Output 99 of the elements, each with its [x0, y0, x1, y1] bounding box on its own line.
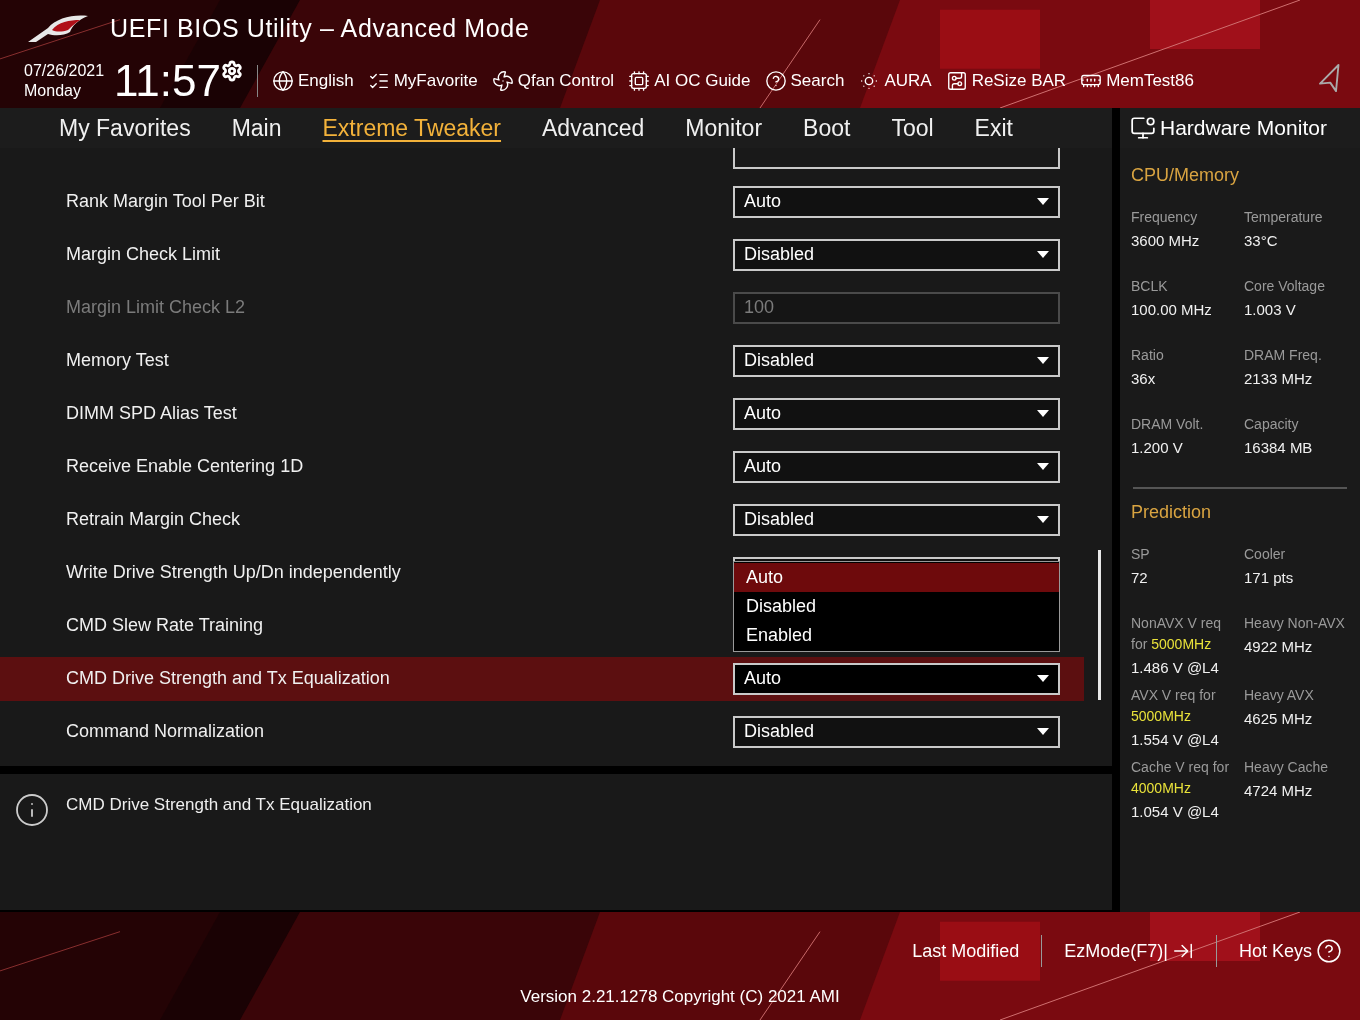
setting-label: DIMM SPD Alias Test [66, 402, 237, 425]
monitor-value: 2133 MHz [1244, 369, 1314, 389]
caret-icon [1037, 728, 1049, 735]
monitor-label: DRAM Volt. [1131, 415, 1205, 434]
globe-icon [271, 70, 294, 92]
circuit-board-icon [945, 70, 968, 92]
caret-icon [1037, 198, 1049, 205]
dropdown-select[interactable]: Disabled [733, 715, 1060, 748]
footer-button[interactable]: Last Modified [912, 937, 1020, 965]
tab[interactable]: Main [231, 114, 282, 142]
dropdown-select[interactable]: Disabled [733, 238, 1060, 271]
monitor-label: Ratio [1131, 346, 1165, 365]
setting-label: Memory Test [66, 349, 169, 372]
monitor-value: 100.00 MHz [1131, 300, 1213, 320]
monitor-label: BCLK [1131, 277, 1169, 296]
monitor-label: Heavy Non-AVX [1244, 614, 1346, 633]
setting-label: Command Normalization [66, 720, 265, 743]
monitor-value: 1.554 V @L4 [1131, 730, 1220, 750]
setting-label: Margin Check Limit [66, 243, 221, 266]
monitor-label: NonAVX V req for 5000MHz [1131, 614, 1222, 654]
window-title: UEFI BIOS Utility – Advanced Mode [110, 13, 530, 45]
dropdown-select[interactable]: Disabled [733, 503, 1060, 536]
monitor-label: Heavy Cache [1244, 758, 1330, 777]
monitor-label: AVX V req for 5000MHz [1131, 686, 1217, 726]
toolbar-button[interactable]: ReSize BAR [945, 68, 1067, 94]
setting-label: Receive Enable Centering 1D [66, 455, 304, 478]
monitor-label: Capacity [1244, 415, 1300, 434]
tab[interactable]: My Favorites [59, 114, 191, 142]
scrollbar-thumb[interactable] [1098, 550, 1101, 700]
footer-button[interactable]: EzMode(F7)| [1064, 937, 1194, 965]
setting-label: CMD Drive Strength and Tx Equalization [66, 667, 390, 690]
info-icon [14, 792, 50, 828]
dropdown-select[interactable]: Auto [733, 450, 1060, 483]
monitor-value: 171 pts [1244, 568, 1295, 588]
section-title: CPU/Memory [1131, 164, 1240, 187]
monitor-value: 16384 MB [1244, 438, 1314, 458]
monitor-label: Heavy AVX [1244, 686, 1315, 705]
panel-title: Hardware Monitor [1160, 115, 1327, 142]
monitor-value: 1.003 V [1244, 300, 1297, 320]
caret-icon [1037, 516, 1049, 523]
chip-icon [628, 70, 651, 92]
monitor-value: 3600 MHz [1131, 231, 1201, 251]
toolbar-button[interactable]: AURA [858, 68, 932, 94]
monitor-value: 36x [1131, 369, 1157, 389]
toolbar-button[interactable]: English [271, 68, 354, 94]
clock-time: 11:57 [114, 59, 221, 103]
caret-icon [1037, 410, 1049, 417]
monitor-value: 33°C [1244, 231, 1279, 251]
help-text: CMD Drive Strength and Tx Equalization [66, 794, 372, 816]
monitor-value: 4724 MHz [1244, 781, 1314, 801]
toolbar-button[interactable]: AI OC Guide [628, 68, 751, 94]
dropdown-select[interactable]: Disabled [733, 344, 1060, 377]
monitor-icon [1130, 115, 1156, 141]
toolbar-button[interactable]: Search [764, 68, 845, 94]
toolbar-button[interactable]: Qfan Control [491, 68, 615, 94]
caret-icon [1037, 675, 1049, 682]
search-icon [764, 70, 787, 92]
dropdown-select[interactable] [733, 148, 1060, 169]
tab[interactable]: Boot [803, 114, 851, 142]
tab[interactable]: Extreme Tweaker [322, 114, 502, 142]
dropdown-select[interactable]: Auto [733, 662, 1060, 695]
monitor-value: 72 [1131, 568, 1149, 588]
tab[interactable]: Exit [974, 114, 1013, 142]
day-text: Monday [24, 81, 82, 101]
monitor-value: 4625 MHz [1244, 709, 1314, 729]
setting-label: Rank Margin Tool Per Bit [66, 190, 265, 213]
monitor-label: Cooler [1244, 545, 1287, 564]
monitor-label: Cache V req for 4000MHz [1131, 758, 1231, 798]
monitor-value: 4922 MHz [1244, 637, 1314, 657]
help-icon [1316, 938, 1342, 964]
fan-icon [491, 70, 514, 92]
tab[interactable]: Monitor [685, 114, 763, 142]
setting-label: Retrain Margin Check [66, 508, 241, 531]
setting-label: Write Drive Strength Up/Dn independently [66, 561, 401, 584]
monitor-value: 1.486 V @L4 [1131, 658, 1220, 678]
date-text: 07/26/2021 [24, 61, 105, 81]
toolbar-button[interactable]: MemTest86 [1080, 68, 1194, 94]
setting-label: CMD Slew Rate Training [66, 614, 264, 637]
monitor-label: Frequency [1131, 208, 1199, 227]
monitor-value: 1.200 V [1131, 438, 1184, 458]
toolbar-button[interactable]: MyFavorite [367, 68, 478, 94]
caret-icon [1037, 463, 1049, 470]
monitor-label: DRAM Freq. [1244, 346, 1323, 365]
monitor-label: SP [1131, 545, 1151, 564]
section-title: Prediction [1131, 501, 1213, 524]
dropdown-select[interactable]: Auto [733, 397, 1060, 430]
monitor-value: 1.054 V @L4 [1131, 802, 1220, 822]
tab[interactable]: Tool [891, 114, 934, 142]
version-text: Version 2.21.1278 Copyright (C) 2021 AMI [520, 986, 840, 1008]
dropdown-option[interactable]: Auto [734, 562, 1059, 592]
monitor-label: Temperature [1244, 208, 1324, 227]
footer-button[interactable]: Hot Keys [1238, 937, 1342, 965]
setting-label: Margin Limit Check L2 [66, 296, 246, 319]
caret-icon [1037, 251, 1049, 258]
settings-icon[interactable] [220, 60, 243, 82]
tab[interactable]: Advanced [542, 114, 645, 142]
caret-icon [1037, 357, 1049, 364]
dropdown-select[interactable]: Auto [733, 185, 1060, 218]
monitor-label: Core Voltage [1244, 277, 1326, 296]
